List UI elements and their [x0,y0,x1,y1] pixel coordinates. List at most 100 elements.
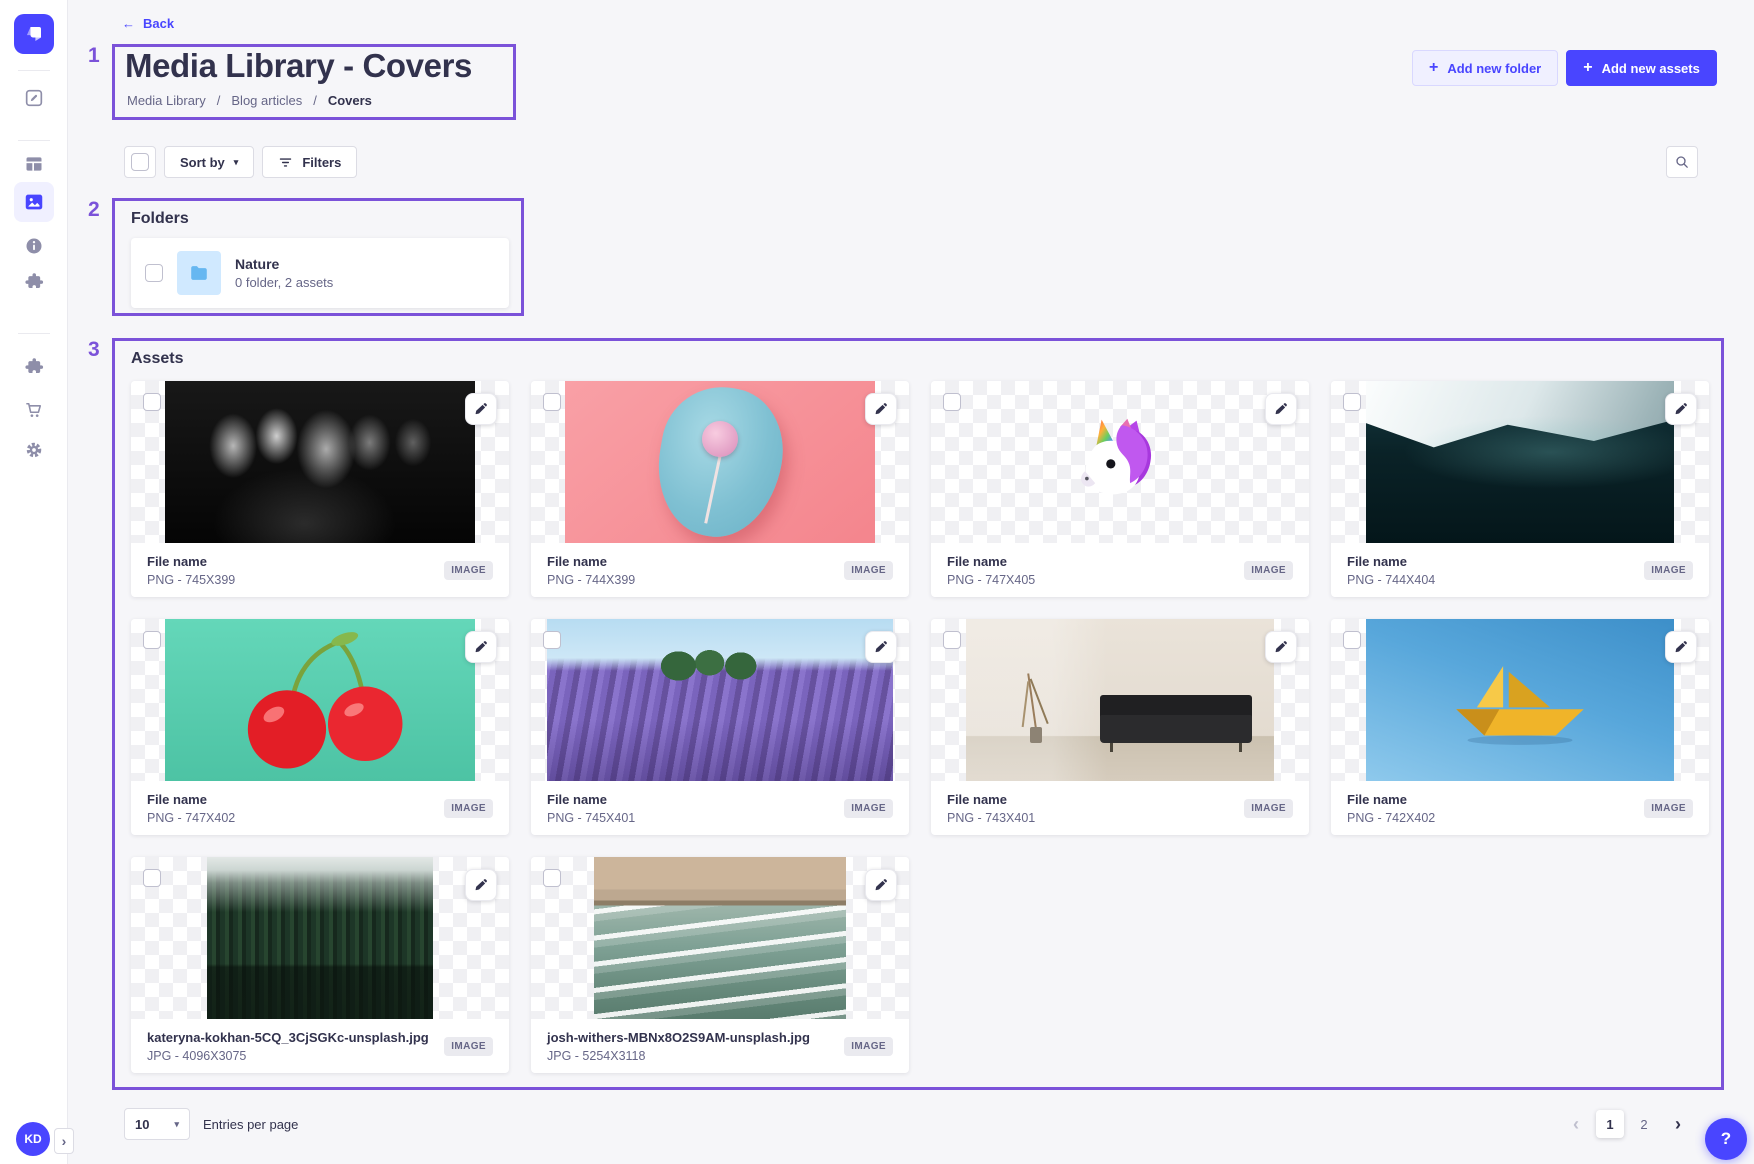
sidebar-item-content-manager[interactable] [24,88,44,108]
unicorn-emoji-icon [1074,416,1166,508]
pencil-icon [474,640,488,654]
strapi-logo[interactable] [14,14,54,54]
sidebar-item-information[interactable] [24,236,44,256]
layout-icon [24,154,44,174]
asset-meta: PNG - 744X404 [1347,573,1435,587]
edit-asset-button[interactable] [465,869,497,901]
asset-card[interactable]: File namePNG - 745X401 IMAGE [531,619,909,835]
divider [18,333,50,334]
entries-per-page-select[interactable]: 10 ▾ [124,1108,190,1140]
asset-checkbox[interactable] [1343,631,1361,649]
asset-card[interactable]: File namePNG - 747X405 IMAGE [931,381,1309,597]
edit-asset-button[interactable] [1665,393,1697,425]
annotation-number-3: 3 [88,338,100,362]
asset-card[interactable]: File namePNG - 747X402 IMAGE [131,619,509,835]
pagination-page-1[interactable]: 1 [1596,1110,1624,1138]
asset-checkbox[interactable] [1343,393,1361,411]
back-label: Back [143,16,174,31]
asset-checkbox[interactable] [543,631,561,649]
asset-type-badge: IMAGE [1244,799,1293,818]
page-title: Media Library - Covers [125,47,472,85]
folder-meta: 0 folder, 2 assets [235,275,333,290]
asset-thumbnail-iceberg [1366,381,1674,543]
asset-footer: File namePNG - 742X402 IMAGE [1331,781,1709,835]
asset-checkbox[interactable] [143,869,161,887]
asset-meta: PNG - 743X401 [947,811,1035,825]
breadcrumb-media-library[interactable]: Media Library [127,93,206,108]
help-button[interactable]: ? [1705,1118,1747,1160]
breadcrumb: Media Library / Blog articles / Covers [127,93,372,108]
cart-icon [24,400,44,420]
folder-card-nature[interactable]: Nature 0 folder, 2 assets [131,238,509,308]
asset-card[interactable]: File namePNG - 745X399 IMAGE [131,381,509,597]
sidebar-item-content-type-builder[interactable] [24,154,44,174]
asset-type-badge: IMAGE [844,561,893,580]
asset-thumb-area [131,619,509,781]
asset-footer: File namePNG - 743X401 IMAGE [931,781,1309,835]
edit-asset-button[interactable] [1265,631,1297,663]
puzzle-icon [24,357,44,377]
asset-card[interactable]: File namePNG - 743X401 IMAGE [931,619,1309,835]
asset-name: File name [547,554,635,569]
folder-icon-wrapper [177,251,221,295]
assets-grid: File namePNG - 745X399 IMAGE File namePN… [131,381,1709,1073]
edit-asset-button[interactable] [1665,631,1697,663]
strapi-logo-icon [22,22,46,46]
sidebar-item-purchase[interactable] [24,400,44,420]
asset-checkbox[interactable] [543,869,561,887]
pagination-page-2[interactable]: 2 [1630,1110,1658,1138]
edit-asset-button[interactable] [465,393,497,425]
asset-thumb-area [931,381,1309,543]
sort-by-button[interactable]: Sort by ▾ [164,146,254,178]
annotation-box-3: Assets File namePNG - 745X399 IMAGE File… [112,338,1724,1090]
add-new-folder-button[interactable]: + Add new folder [1412,50,1558,86]
breadcrumb-separator: / [217,93,221,108]
pencil-icon [874,878,888,892]
asset-meta: JPG - 4096X3075 [147,1049,429,1063]
sidebar-item-plugins[interactable] [24,272,44,292]
asset-footer: File namePNG - 747X405 IMAGE [931,543,1309,597]
asset-checkbox[interactable] [143,631,161,649]
asset-thumbnail-paper-boat [1366,619,1674,781]
asset-footer: File namePNG - 744X404 IMAGE [1331,543,1709,597]
folder-icon [188,262,210,284]
pagination-next[interactable]: › [1664,1110,1692,1138]
asset-checkbox[interactable] [543,393,561,411]
divider [18,140,50,141]
edit-asset-button[interactable] [865,631,897,663]
asset-meta: PNG - 747X402 [147,811,235,825]
asset-checkbox[interactable] [943,631,961,649]
asset-card[interactable]: File namePNG - 744X399 IMAGE [531,381,909,597]
pencil-icon [874,640,888,654]
avatar[interactable]: KD [16,1122,50,1156]
breadcrumb-blog-articles[interactable]: Blog articles [231,93,302,108]
asset-card[interactable]: File namePNG - 742X402 IMAGE [1331,619,1709,835]
asset-thumb-area [1331,619,1709,781]
edit-asset-button[interactable] [1265,393,1297,425]
sidebar-item-settings[interactable] [24,440,44,460]
asset-type-badge: IMAGE [444,799,493,818]
asset-card[interactable]: File namePNG - 744X404 IMAGE [1331,381,1709,597]
asset-checkbox[interactable] [143,393,161,411]
pencil-icon [874,402,888,416]
back-link[interactable]: ← Back [122,16,174,31]
asset-card[interactable]: kateryna-kokhan-5CQ_3CjSGKc-unsplash.jpg… [131,857,509,1073]
asset-footer: File namePNG - 745X401 IMAGE [531,781,909,835]
asset-card[interactable]: josh-withers-MBNx8O2S9AM-unsplash.jpgJPG… [531,857,909,1073]
asset-thumbnail-forest-lake [207,857,433,1019]
sidebar-item-media-library[interactable] [14,182,54,222]
search-button[interactable] [1666,146,1698,178]
asset-thumb-area [531,381,909,543]
edit-asset-button[interactable] [865,393,897,425]
folder-checkbox[interactable] [145,264,163,282]
add-new-assets-button[interactable]: + Add new assets [1566,50,1717,86]
asset-thumb-area [531,857,909,1019]
asset-checkbox[interactable] [943,393,961,411]
edit-asset-button[interactable] [465,631,497,663]
sidebar-item-marketplace[interactable] [24,357,44,377]
filters-button[interactable]: Filters [262,146,357,178]
edit-asset-button[interactable] [865,869,897,901]
select-all-checkbox[interactable] [131,153,149,171]
sidebar-collapse-button[interactable]: › [54,1128,74,1154]
pagination-previous[interactable]: ‹ [1562,1110,1590,1138]
